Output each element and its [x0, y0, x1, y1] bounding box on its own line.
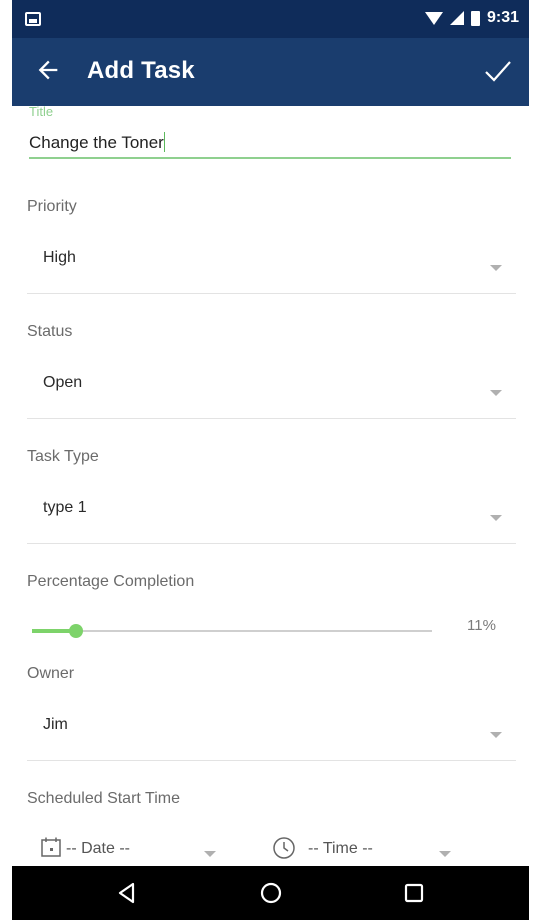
check-icon — [485, 61, 511, 82]
time-picker[interactable]: -- Time -- — [308, 840, 373, 858]
image-icon — [25, 12, 41, 26]
arrow-left-icon — [38, 60, 58, 80]
dropdown-arrow-icon — [490, 265, 502, 271]
percentage-value: 11% — [467, 617, 496, 634]
title-label: Title — [29, 106, 54, 119]
form-content: Title Change the Toner Priority High Sta… — [12, 106, 529, 866]
signal-icon — [449, 11, 464, 25]
owner-select[interactable]: Jim — [27, 698, 516, 761]
wifi-icon — [424, 11, 443, 25]
back-button[interactable] — [34, 56, 62, 84]
priority-value: High — [43, 249, 76, 266]
status-icons: 9:31 — [424, 9, 519, 27]
phone-screen: 9:31 Add Task Title Change the Toner Pri… — [12, 0, 529, 920]
app-bar: Add Task — [12, 38, 529, 106]
task-type-select[interactable]: type 1 — [27, 481, 516, 544]
owner-value: Jim — [43, 716, 68, 733]
save-button[interactable] — [481, 54, 515, 88]
percentage-label: Percentage Completion — [27, 573, 195, 590]
nav-recents-button[interactable] — [401, 880, 427, 906]
nav-home-button[interactable] — [258, 880, 284, 906]
recents-square-icon — [404, 883, 424, 903]
dropdown-arrow-icon — [490, 515, 502, 521]
title-input[interactable]: Change the Toner — [29, 132, 165, 153]
slider-thumb[interactable] — [69, 624, 83, 638]
battery-icon — [470, 10, 480, 26]
back-triangle-icon — [118, 882, 135, 904]
calendar-icon — [41, 837, 61, 857]
priority-select[interactable]: High — [27, 231, 516, 294]
task-type-label: Task Type — [27, 448, 99, 465]
scheduled-start-label: Scheduled Start Time — [27, 790, 180, 807]
date-picker[interactable]: -- Date -- — [66, 840, 130, 858]
status-bar: 9:31 — [12, 0, 529, 38]
priority-label: Priority — [27, 198, 77, 215]
status-label: Status — [27, 323, 73, 340]
scheduled-start-row: -- Date -- -- Time -- — [12, 836, 529, 866]
dropdown-arrow-icon — [439, 851, 451, 857]
nav-back-button[interactable] — [114, 880, 140, 906]
system-nav-bar — [12, 866, 529, 920]
dropdown-arrow-icon — [490, 390, 502, 396]
status-time: 9:31 — [486, 9, 519, 26]
title-value: Change the Toner — [29, 133, 164, 152]
slider-track — [32, 630, 432, 632]
task-type-value: type 1 — [43, 499, 87, 516]
home-circle-icon — [260, 882, 282, 904]
percentage-slider[interactable] — [32, 621, 432, 641]
title-underline — [29, 157, 511, 159]
clock-icon — [273, 837, 295, 859]
owner-label: Owner — [27, 665, 75, 682]
dropdown-arrow-icon — [490, 732, 502, 738]
status-value: Open — [43, 374, 83, 391]
dropdown-arrow-icon — [204, 851, 216, 857]
text-cursor — [163, 132, 165, 152]
status-select[interactable]: Open — [27, 356, 516, 419]
page-title: Add Task — [87, 57, 195, 84]
